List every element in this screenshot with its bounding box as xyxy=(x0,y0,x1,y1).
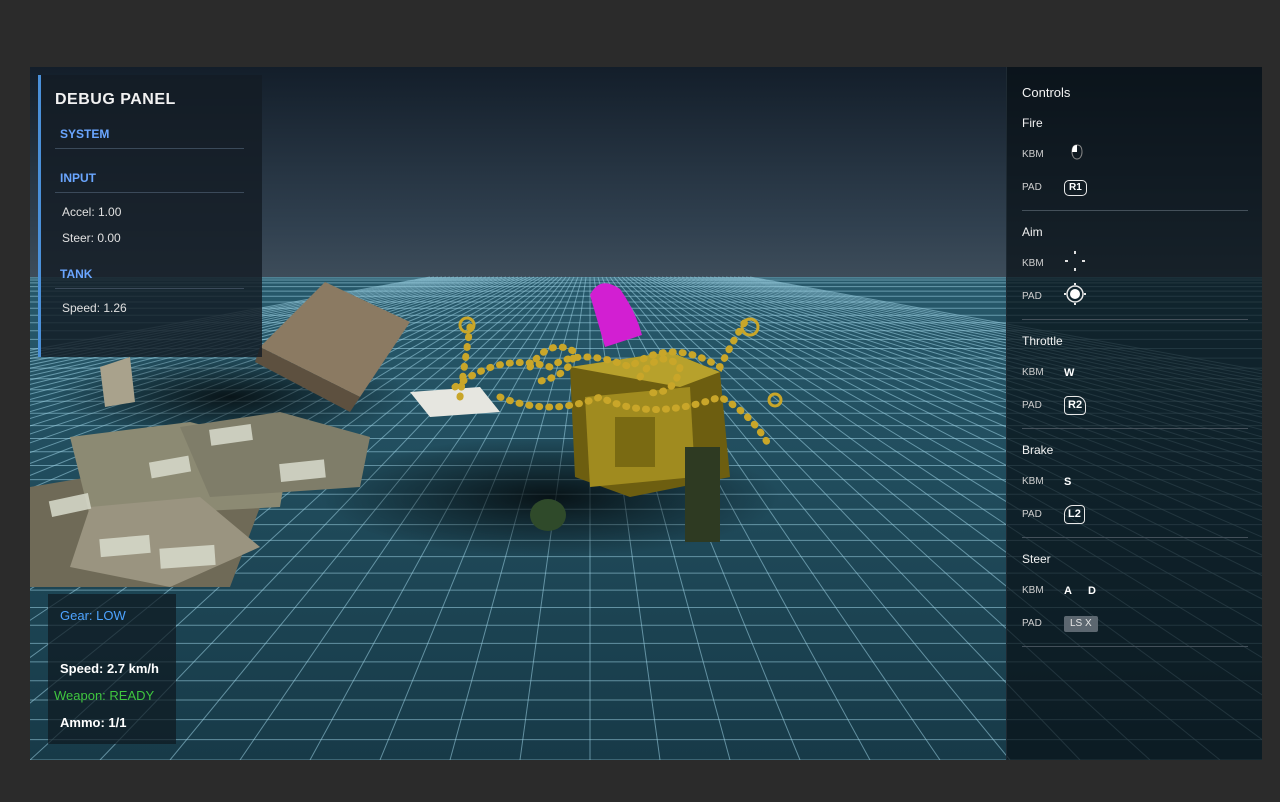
weapon-status: Weapon: READY xyxy=(54,688,155,703)
key-d: D xyxy=(1087,584,1096,597)
kbm-label: KBM xyxy=(1022,585,1044,596)
accel-readout: Accel: 1.00 xyxy=(62,205,122,219)
key-a: A xyxy=(1064,584,1072,597)
speed-readout: Speed: 2.7 km/h xyxy=(60,661,159,676)
debug-panel-title: DEBUG PANEL xyxy=(55,91,176,108)
kbm-label: KBM xyxy=(1022,367,1044,378)
pad-label: PAD xyxy=(1022,509,1042,520)
control-aim: Aim KBM PAD R3 xyxy=(1022,225,1248,320)
control-brake: Brake KBM S PAD L2 xyxy=(1022,443,1248,538)
ammo-readout: Ammo: 1/1 xyxy=(60,715,127,730)
control-label-aim: Aim xyxy=(1022,225,1043,239)
kbm-label: KBM xyxy=(1022,476,1044,487)
control-steer: Steer KBM A D PAD LS X xyxy=(1022,552,1248,647)
debug-panel: DEBUG PANEL SYSTEM INPUT Accel: 1.00 Ste… xyxy=(38,75,262,357)
control-label-brake: Brake xyxy=(1022,443,1054,457)
r2-trigger-icon: R2 xyxy=(1064,396,1087,415)
control-label-throttle: Throttle xyxy=(1022,334,1063,348)
key-s: S xyxy=(1064,475,1072,488)
debug-section-system: SYSTEM xyxy=(55,127,244,149)
control-label-fire: Fire xyxy=(1022,116,1043,130)
mouse-left-icon xyxy=(1070,144,1084,165)
hud-status: Gear: LOW Speed: 2.7 km/h Weapon: READY … xyxy=(48,594,176,744)
section-header-system[interactable]: SYSTEM xyxy=(55,127,244,149)
r3-stick-icon xyxy=(1064,283,1086,310)
steer-readout: Steer: 0.00 xyxy=(62,231,121,245)
pad-label: PAD xyxy=(1022,291,1042,302)
game-viewport[interactable]: DEBUG PANEL SYSTEM INPUT Accel: 1.00 Ste… xyxy=(30,67,1262,760)
debug-section-input: INPUT Accel: 1.00 Steer: 0.00 xyxy=(55,171,244,245)
key-w: W xyxy=(1064,366,1075,379)
controls-panel: Controls Fire KBM PAD R1 Aim KBM PAD Thr… xyxy=(1006,67,1262,760)
r1-button-icon: R1 xyxy=(1064,179,1087,196)
pad-label: PAD xyxy=(1022,618,1042,629)
control-fire: Fire KBM PAD R1 xyxy=(1022,116,1248,211)
tank-speed-readout: Speed: 1.26 xyxy=(62,301,127,315)
kbm-label: KBM xyxy=(1022,149,1044,160)
pad-label: PAD xyxy=(1022,182,1042,193)
l2-trigger-icon: L2 xyxy=(1064,505,1085,524)
kbm-label: KBM xyxy=(1022,258,1044,269)
mouse-right-icon xyxy=(1064,250,1086,277)
section-header-tank[interactable]: TANK xyxy=(55,267,244,289)
debug-section-tank: TANK Speed: 1.26 xyxy=(55,267,244,315)
controls-title: Controls xyxy=(1022,85,1071,100)
pad-label: PAD xyxy=(1022,400,1042,411)
gear-readout: Gear: LOW xyxy=(60,608,126,623)
control-label-steer: Steer xyxy=(1022,552,1051,566)
left-stick-x-icon: LS X xyxy=(1064,615,1098,632)
control-throttle: Throttle KBM W PAD R2 xyxy=(1022,334,1248,429)
section-header-input[interactable]: INPUT xyxy=(55,171,244,193)
